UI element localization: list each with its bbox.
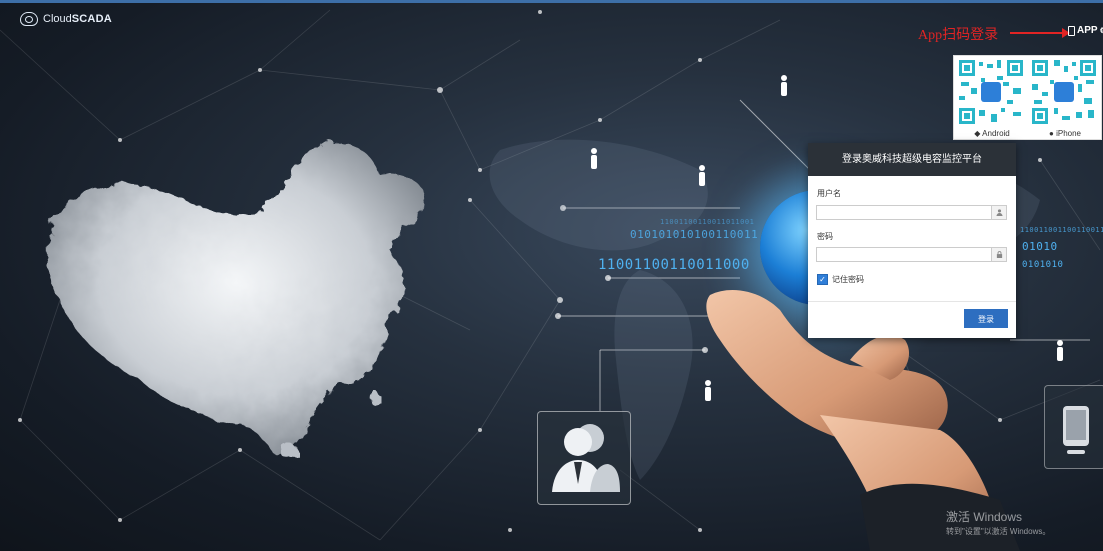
binary-stream-right-1: 1100110011001100110 <box>1020 226 1103 234</box>
iphone-caption: ● iPhone <box>1049 129 1081 138</box>
app-scan-login-label: App扫码登录 <box>918 28 999 43</box>
username-input[interactable] <box>817 210 995 223</box>
scan-arrow-icon <box>1010 28 1070 38</box>
divider <box>808 301 1016 302</box>
tablet-icon <box>1063 406 1089 454</box>
remember-password[interactable]: ✓ 记住密码 <box>817 274 864 285</box>
binary-stream-3: 11001100110011011001 <box>660 218 755 226</box>
remember-checkbox[interactable]: ✓ <box>817 274 828 285</box>
person-icon <box>591 148 597 169</box>
watermark-subtitle: 转到"设置"以激活 Windows。 <box>946 527 1051 536</box>
cloudscada-logo: CloudSCADA <box>20 12 112 26</box>
login-dialog: 登录奥威科技超级电容监控平台 用户名 密码 ✓ 记住密码 登录 <box>808 143 1016 338</box>
china-cloud-map <box>46 142 426 460</box>
login-title: 登录奥威科技超级电容监控平台 <box>808 143 1016 176</box>
cloud-logo-icon <box>20 12 38 26</box>
lock-icon <box>991 248 1006 261</box>
android-qr-code <box>957 58 1025 126</box>
login-button[interactable]: 登录 <box>964 309 1008 328</box>
users-group-icon <box>552 424 620 492</box>
username-field[interactable] <box>816 205 1007 223</box>
apple-icon: ● <box>1049 129 1054 138</box>
phone-icon <box>1068 25 1075 36</box>
binary-stream-1: 010101010100110011 <box>630 228 759 241</box>
person-icon <box>1057 340 1063 361</box>
remember-label: 记住密码 <box>832 275 864 284</box>
brand-name: CloudSCADA <box>43 13 112 25</box>
username-label: 用户名 <box>817 189 841 198</box>
binary-stream-right-2: 01010 <box>1022 240 1058 253</box>
app-download-link[interactable]: APP ⚙ <box>1068 25 1103 36</box>
person-icon <box>781 75 787 96</box>
android-icon: ◆ <box>974 129 981 138</box>
binary-stream-2: 11001100110011000 <box>598 257 750 273</box>
watermark-title: 激活 Windows <box>946 510 1023 524</box>
binary-stream-right-3: 0101010 <box>1022 260 1064 270</box>
user-icon <box>991 206 1006 219</box>
windows-activation-watermark: 激活 Windows 转到"设置"以激活 Windows。 <box>946 508 1050 537</box>
password-field[interactable] <box>816 247 1007 265</box>
android-caption: ◆ Android <box>974 129 1010 138</box>
password-label: 密码 <box>817 232 833 241</box>
iphone-qr-code <box>1030 58 1098 126</box>
device-tile <box>1044 385 1103 469</box>
gear-icon: ⚙ <box>1100 26 1103 35</box>
users-tile <box>537 411 631 505</box>
password-input[interactable] <box>817 252 995 265</box>
app-link-label: APP <box>1077 25 1098 36</box>
person-icon <box>699 165 705 186</box>
person-icon <box>705 380 711 401</box>
qr-code-panel: ◆ Android ● iPhone <box>953 55 1102 140</box>
